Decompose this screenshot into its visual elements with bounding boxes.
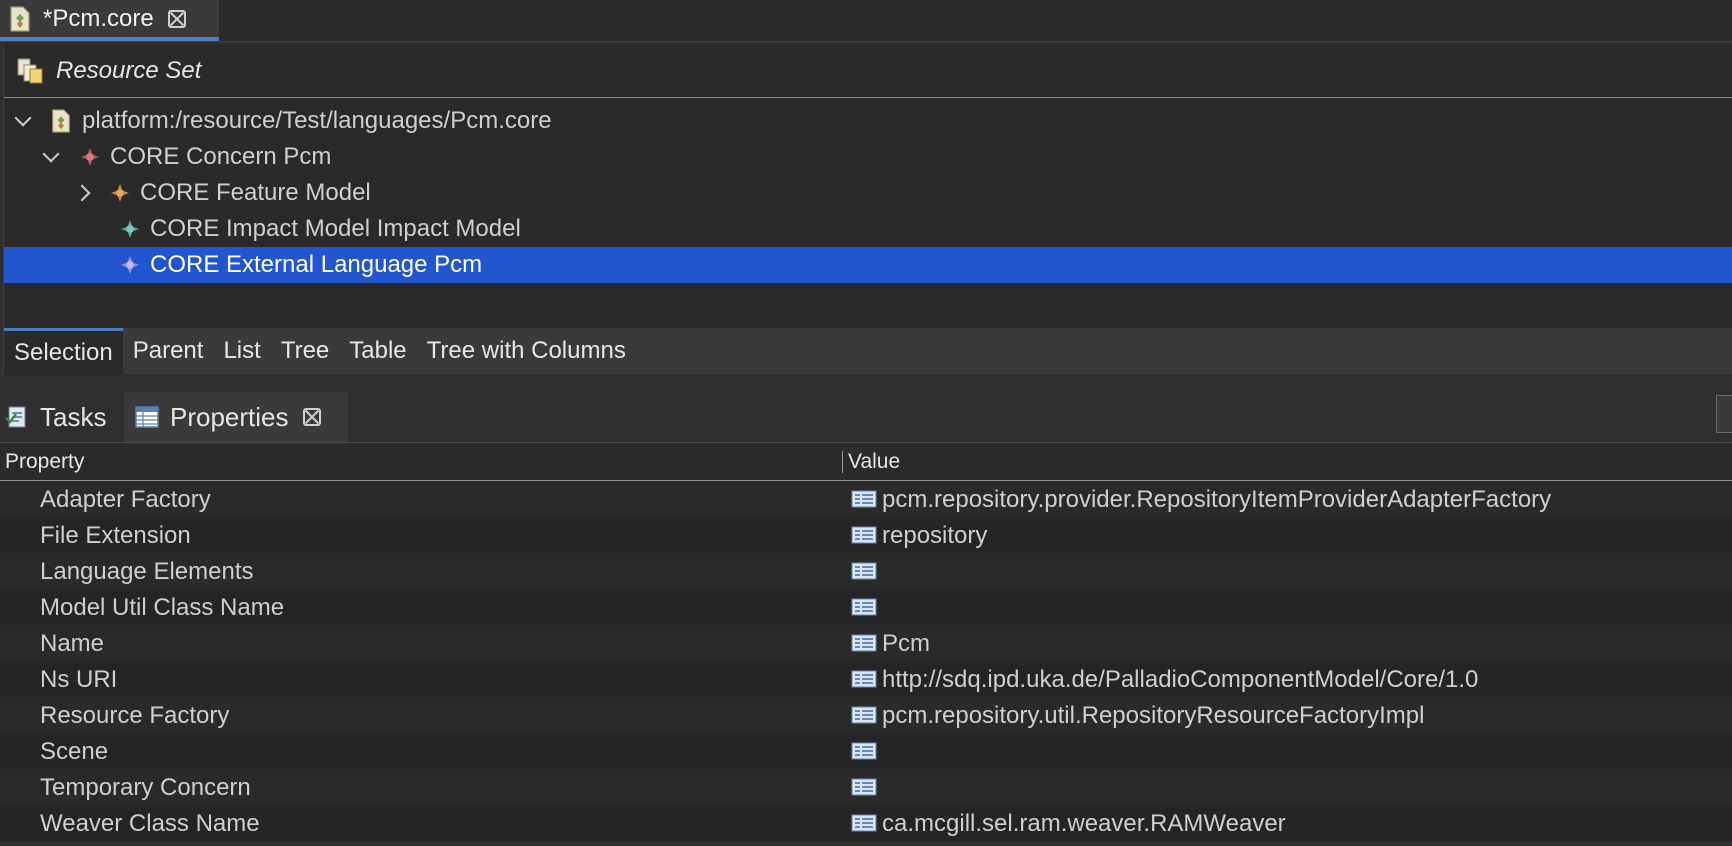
resource-set-header: Resource Set xyxy=(4,45,1732,98)
text-value-icon xyxy=(851,598,877,616)
property-name: Temporary Concern xyxy=(40,774,251,801)
tree-item-label: CORE Feature Model xyxy=(140,179,371,206)
resource-set-icon xyxy=(17,58,43,84)
property-value[interactable]: http://sdq.ipd.uka.de/PalladioComponentM… xyxy=(882,666,1478,694)
table-row[interactable]: Name Pcm xyxy=(0,625,1732,661)
expand-chevron-icon[interactable] xyxy=(76,184,94,202)
tab-properties-label: Properties xyxy=(170,401,289,432)
text-value-icon xyxy=(851,634,877,652)
table-row[interactable]: Resource Factory pcm.repository.util.Rep… xyxy=(0,697,1732,733)
core-concern-icon xyxy=(81,148,99,166)
tasks-icon xyxy=(5,406,26,428)
tree-item-label: CORE Concern Pcm xyxy=(110,143,332,170)
editor-tab-pcm-core[interactable]: *Pcm.core xyxy=(0,0,219,41)
tree-item-core-concern[interactable]: CORE Concern Pcm xyxy=(4,139,1732,175)
property-name: Language Elements xyxy=(40,558,254,585)
tree-item-label: CORE External Language Pcm xyxy=(150,251,483,278)
text-value-icon xyxy=(851,526,877,544)
table-row[interactable]: Language Elements xyxy=(0,553,1732,589)
table-row[interactable]: Scene xyxy=(0,733,1732,769)
property-name: Model Util Class Name xyxy=(40,594,285,621)
close-icon[interactable] xyxy=(167,9,186,28)
editor-tab-label: *Pcm.core xyxy=(43,4,154,32)
expand-chevron-icon[interactable] xyxy=(14,112,32,130)
property-value[interactable]: Pcm xyxy=(882,630,930,658)
tree-item-resource[interactable]: platform:/resource/Test/languages/Pcm.co… xyxy=(4,103,1732,139)
column-header-value[interactable]: Value xyxy=(848,450,900,474)
core-file-icon xyxy=(52,109,70,133)
tab-parent[interactable]: Parent xyxy=(123,328,214,374)
editor-tab-bar: *Pcm.core xyxy=(0,0,1732,42)
tab-table[interactable]: Table xyxy=(339,328,416,374)
text-value-icon xyxy=(851,706,877,724)
column-header-property[interactable]: Property xyxy=(5,450,84,474)
property-name: File Extension xyxy=(40,522,191,549)
property-value[interactable]: pcm.repository.util.RepositoryResourceFa… xyxy=(882,702,1424,730)
tree-item-core-impact-model[interactable]: CORE Impact Model Impact Model xyxy=(4,211,1732,247)
property-name: Resource Factory xyxy=(40,702,230,729)
tab-list[interactable]: List xyxy=(213,328,270,374)
expand-chevron-icon[interactable] xyxy=(42,148,60,166)
property-name: Adapter Factory xyxy=(40,486,211,513)
properties-table-header: Property Value xyxy=(0,444,1732,481)
tab-selection[interactable]: Selection xyxy=(4,328,123,374)
tree-item-core-external-language[interactable]: CORE External Language Pcm xyxy=(4,247,1732,283)
tree-item-label: platform:/resource/Test/languages/Pcm.co… xyxy=(82,107,552,134)
tab-tasks[interactable]: Tasks xyxy=(4,392,120,442)
property-value[interactable]: ca.mcgill.sel.ram.weaver.RAMWeaver xyxy=(882,810,1286,838)
table-row[interactable]: Adapter Factory pcm.repository.provider.… xyxy=(0,481,1732,517)
text-value-icon xyxy=(851,490,877,508)
core-file-icon xyxy=(10,5,30,32)
close-icon[interactable] xyxy=(302,408,321,426)
table-row[interactable]: Ns URI http://sdq.ipd.uka.de/PalladioCom… xyxy=(0,661,1732,697)
table-row[interactable]: Temporary Concern xyxy=(0,769,1732,805)
tab-tree-with-columns[interactable]: Tree with Columns xyxy=(417,328,636,374)
property-name: Ns URI xyxy=(40,666,118,693)
tab-tasks-label: Tasks xyxy=(40,401,107,432)
table-row[interactable]: Weaver Class Name ca.mcgill.sel.ram.weav… xyxy=(0,805,1732,841)
column-divider[interactable] xyxy=(842,451,843,473)
table-row[interactable]: File Extension repository xyxy=(0,517,1732,553)
core-external-language-icon xyxy=(121,256,139,274)
property-value[interactable]: repository xyxy=(882,522,987,550)
text-value-icon xyxy=(851,814,877,832)
view-tab-bar: Tasks Properties xyxy=(0,388,1732,443)
view-menu-button[interactable] xyxy=(1716,395,1732,433)
text-value-icon xyxy=(851,562,877,580)
tab-properties[interactable]: Properties xyxy=(124,392,348,442)
text-value-icon xyxy=(851,778,877,796)
tab-tree[interactable]: Tree xyxy=(271,328,339,374)
editor-body: Resource Set platform:/resource/Test/lan… xyxy=(3,45,1732,375)
text-value-icon xyxy=(851,742,877,760)
text-value-icon xyxy=(851,670,877,688)
tree-item-label: CORE Impact Model Impact Model xyxy=(150,215,521,242)
core-feature-model-icon xyxy=(111,184,129,202)
property-name: Scene xyxy=(40,738,109,765)
properties-icon xyxy=(135,406,159,428)
core-impact-model-icon xyxy=(121,220,139,238)
tree-item-core-feature-model[interactable]: CORE Feature Model xyxy=(4,175,1732,211)
table-row[interactable]: Model Util Class Name xyxy=(0,589,1732,625)
property-name: Weaver Class Name xyxy=(40,810,260,837)
property-value[interactable]: pcm.repository.provider.RepositoryItemPr… xyxy=(882,486,1551,514)
property-name: Name xyxy=(40,630,105,657)
editor-page-tabs: Selection Parent List Tree Table Tree wi… xyxy=(4,327,1732,374)
resource-set-label: Resource Set xyxy=(56,57,202,84)
